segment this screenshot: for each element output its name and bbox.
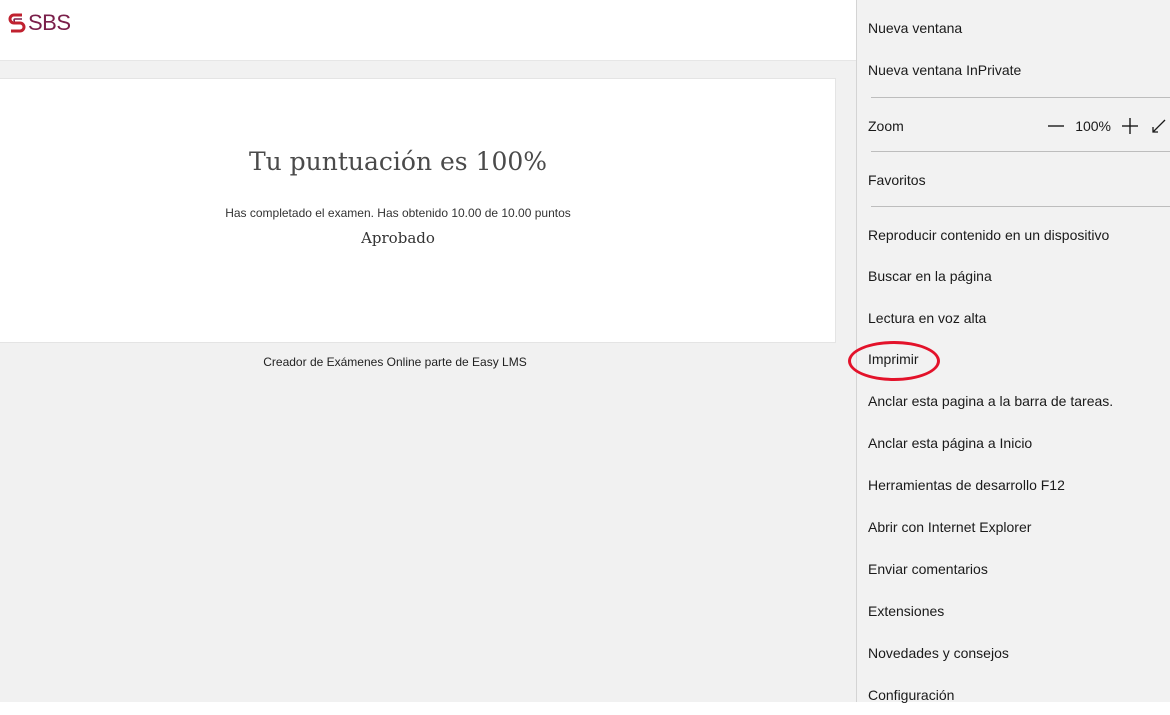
menu-item-extensions[interactable]: Extensiones bbox=[857, 591, 1170, 631]
menu-item-new-inprivate-window[interactable]: Nueva ventana InPrivate bbox=[857, 50, 1170, 90]
browser-menu: Nueva ventana Nueva ventana InPrivate Zo… bbox=[856, 0, 1170, 703]
menu-item-send-feedback[interactable]: Enviar comentarios bbox=[857, 549, 1170, 589]
score-title: Tu puntuación es 100% bbox=[248, 147, 548, 176]
menu-item-pin-taskbar[interactable]: Anclar esta pagina a la barra de tareas. bbox=[857, 381, 1170, 421]
sbs-logo[interactable]: SBS bbox=[8, 12, 71, 34]
result-card: Tu puntuación es 100% Has completado el … bbox=[0, 78, 836, 343]
menu-item-read-aloud[interactable]: Lectura en voz alta bbox=[857, 298, 1170, 338]
menu-item-whats-new[interactable]: Novedades y consejos bbox=[857, 633, 1170, 673]
fullscreen-button[interactable] bbox=[1151, 113, 1170, 139]
logo-text: SBS bbox=[28, 10, 71, 35]
menu-item-open-ie[interactable]: Abrir con Internet Explorer bbox=[857, 507, 1170, 547]
menu-item-settings[interactable]: Configuración bbox=[857, 675, 1170, 715]
zoom-in-button[interactable] bbox=[1117, 113, 1143, 139]
footer-link[interactable]: Creador de Exámenes Online parte de Easy… bbox=[0, 355, 790, 369]
site-header: SBS bbox=[0, 0, 856, 61]
zoom-in-icon bbox=[1122, 118, 1138, 134]
menu-item-pin-start[interactable]: Anclar esta página a Inicio bbox=[857, 423, 1170, 463]
zoom-label: Zoom bbox=[868, 118, 904, 134]
menu-separator bbox=[871, 97, 1170, 98]
menu-item-developer-tools[interactable]: Herramientas de desarrollo F12 bbox=[857, 465, 1170, 505]
menu-item-print[interactable]: Imprimir bbox=[857, 339, 1170, 379]
menu-separator bbox=[871, 151, 1170, 152]
fullscreen-icon bbox=[1152, 119, 1166, 133]
sbs-logo-mark-icon bbox=[8, 13, 26, 33]
zoom-controls: 100% bbox=[1043, 106, 1170, 146]
menu-item-find-on-page[interactable]: Buscar en la página bbox=[857, 256, 1170, 296]
menu-separator bbox=[871, 206, 1170, 207]
pass-status: Aprobado bbox=[361, 229, 435, 247]
menu-item-cast-media[interactable]: Reproducir contenido en un dispositivo bbox=[857, 215, 1170, 255]
zoom-out-icon bbox=[1048, 125, 1065, 127]
zoom-level: 100% bbox=[1075, 118, 1111, 134]
menu-item-favorites[interactable]: Favoritos bbox=[857, 160, 1170, 200]
zoom-out-button[interactable] bbox=[1043, 113, 1069, 139]
completion-message: Has completado el examen. Has obtenido 1… bbox=[225, 206, 571, 220]
menu-item-new-window[interactable]: Nueva ventana bbox=[857, 8, 1170, 48]
menu-item-zoom: Zoom 100% bbox=[857, 106, 1170, 146]
